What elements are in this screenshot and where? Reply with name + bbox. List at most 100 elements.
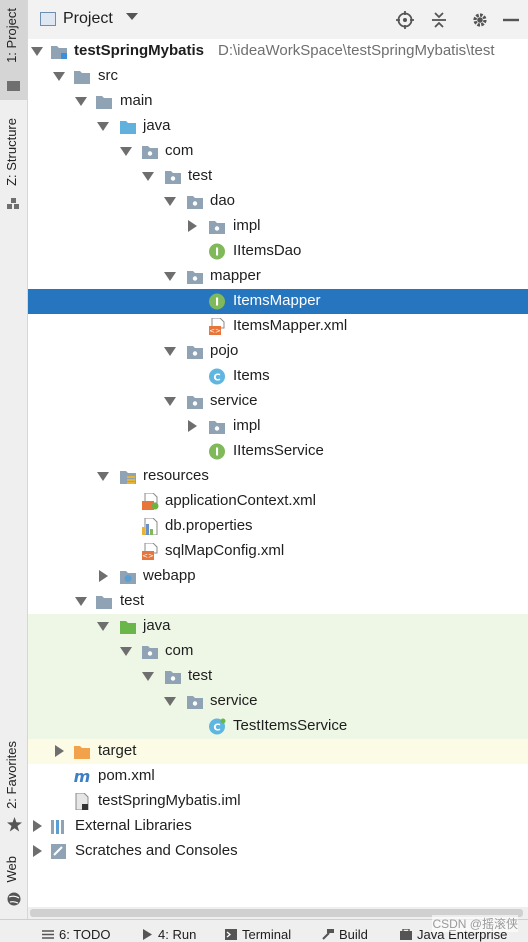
tree-node-items[interactable]: C Items: [28, 364, 528, 389]
package-icon: [187, 271, 203, 284]
tree-label: dao: [210, 192, 236, 209]
tree-node-iitemsservice[interactable]: I IItemsService: [28, 439, 528, 464]
tree-node-pom[interactable]: m pom.xml: [28, 764, 528, 789]
tab-project-label: 1: Project: [4, 8, 19, 63]
tab-web[interactable]: Web: [0, 850, 27, 910]
tree-label: ItemsMapper.xml: [233, 317, 348, 334]
expand-arrow-icon[interactable]: [75, 597, 87, 606]
collapse-arrow-icon[interactable]: [99, 570, 108, 582]
tree-node-pojo[interactable]: pojo: [28, 339, 528, 364]
collapse-arrow-icon[interactable]: [188, 220, 197, 232]
expand-arrow-icon[interactable]: [97, 472, 109, 481]
folder-icon: [96, 96, 112, 109]
tree-node-test-test[interactable]: test: [28, 664, 528, 689]
tab-run[interactable]: 4: Run: [141, 927, 196, 942]
tree-node-mapper[interactable]: mapper: [28, 264, 528, 289]
collapse-arrow-icon[interactable]: [188, 420, 197, 432]
tree-label: java: [143, 617, 171, 634]
expand-arrow-icon[interactable]: [164, 197, 176, 206]
expand-arrow-icon[interactable]: [120, 647, 132, 656]
tree-label: sqlMapConfig.xml: [165, 542, 285, 559]
expand-arrow-icon[interactable]: [97, 622, 109, 631]
package-icon: [187, 696, 203, 709]
tree-node-java[interactable]: java: [28, 114, 528, 139]
svg-text:C: C: [213, 373, 220, 384]
spring-xml-file-icon: [142, 493, 159, 510]
class-icon: C: [209, 368, 225, 385]
locate-icon[interactable]: [396, 11, 414, 29]
expand-arrow-icon[interactable]: [75, 97, 87, 106]
tab-structure[interactable]: Z: Structure: [0, 112, 27, 212]
tree-root-name: testSpringMybatis: [74, 42, 205, 59]
tree-label: applicationContext.xml: [165, 492, 316, 509]
tab-project[interactable]: 1: Project: [0, 0, 27, 100]
tree-node-service-impl[interactable]: impl: [28, 414, 528, 439]
left-tool-stripe: 1: Project Z: Structure 2: Favorites Web: [0, 0, 28, 941]
tree-node-resources[interactable]: resources: [28, 464, 528, 489]
expand-arrow-icon[interactable]: [164, 397, 176, 406]
svg-text:C: C: [213, 723, 220, 734]
tree-label: ItemsMapper: [233, 292, 321, 309]
collapse-arrow-icon[interactable]: [33, 820, 42, 832]
expand-arrow-icon[interactable]: [142, 672, 154, 681]
tree-node-main[interactable]: main: [28, 89, 528, 114]
globe-icon: [7, 892, 21, 906]
tree-node-root[interactable]: testSpringMybatis D:\ideaWorkSpace\testS…: [28, 39, 528, 64]
tree-node-external-libraries[interactable]: External Libraries: [28, 814, 528, 839]
tab-build[interactable]: Build: [322, 927, 368, 942]
expand-arrow-icon[interactable]: [97, 122, 109, 131]
package-icon: [187, 346, 203, 359]
expand-arrow-icon[interactable]: [164, 272, 176, 281]
panel-title[interactable]: Project: [63, 10, 113, 28]
tree-label: src: [98, 67, 118, 84]
tree-node-appcontext[interactable]: applicationContext.xml: [28, 489, 528, 514]
package-icon: [187, 396, 203, 409]
gear-icon[interactable]: [471, 11, 489, 29]
tree-node-dbproperties[interactable]: db.properties: [28, 514, 528, 539]
chevron-down-icon[interactable]: [126, 13, 138, 21]
collapse-arrow-icon[interactable]: [33, 845, 42, 857]
tab-todo[interactable]: 6: TODO: [42, 927, 111, 942]
interface-icon: I: [209, 443, 225, 460]
package-icon: [209, 421, 225, 434]
tree-node-scratches[interactable]: Scratches and Consoles: [28, 839, 528, 864]
tree-node-src[interactable]: src: [28, 64, 528, 89]
expand-arrow-icon[interactable]: [120, 147, 132, 156]
todo-icon: [42, 930, 54, 939]
libraries-icon: [51, 820, 64, 834]
tree-node-webapp[interactable]: webapp: [28, 564, 528, 589]
tree-node-sqlmapconfig[interactable]: <> sqlMapConfig.xml: [28, 539, 528, 564]
collapse-arrow-icon[interactable]: [55, 745, 64, 757]
expand-arrow-icon[interactable]: [164, 697, 176, 706]
tree-label: com: [165, 642, 194, 659]
test-source-folder-icon: [120, 621, 136, 634]
expand-arrow-icon[interactable]: [164, 347, 176, 356]
tree-node-test-dir[interactable]: test: [28, 589, 528, 614]
tree-node-test-service[interactable]: service: [28, 689, 528, 714]
hide-panel-icon[interactable]: [502, 11, 520, 29]
collapse-all-icon[interactable]: [430, 11, 448, 29]
tree-node-testitemsservice[interactable]: C TestItemsService: [28, 714, 528, 739]
expand-arrow-icon[interactable]: [31, 47, 43, 56]
tree-node-test-package[interactable]: test: [28, 164, 528, 189]
tree-node-dao-impl[interactable]: impl: [28, 214, 528, 239]
tree-node-iitemsdao[interactable]: I IItemsDao: [28, 239, 528, 264]
expand-arrow-icon[interactable]: [53, 72, 65, 81]
tree-node-iml[interactable]: testSpringMybatis.iml: [28, 789, 528, 814]
tree-label: TestItemsService: [233, 717, 348, 734]
tree-node-target[interactable]: target: [28, 739, 528, 764]
tree-label: test: [188, 667, 213, 684]
tree-node-com[interactable]: com: [28, 139, 528, 164]
terminal-icon: [225, 929, 237, 940]
svg-text:<>: <>: [142, 552, 154, 560]
tree-node-test-java[interactable]: java: [28, 614, 528, 639]
expand-arrow-icon[interactable]: [142, 172, 154, 181]
tree-node-test-com[interactable]: com: [28, 639, 528, 664]
tab-favorites[interactable]: 2: Favorites: [0, 735, 27, 835]
tree-node-itemsmapper-selected[interactable]: I ItemsMapper: [28, 289, 528, 314]
resources-folder-icon: [120, 471, 136, 484]
tree-node-service[interactable]: service: [28, 389, 528, 414]
tab-terminal[interactable]: Terminal: [225, 927, 291, 942]
tree-node-dao[interactable]: dao: [28, 189, 528, 214]
tree-node-itemsmapper-xml[interactable]: <> ItemsMapper.xml: [28, 314, 528, 339]
